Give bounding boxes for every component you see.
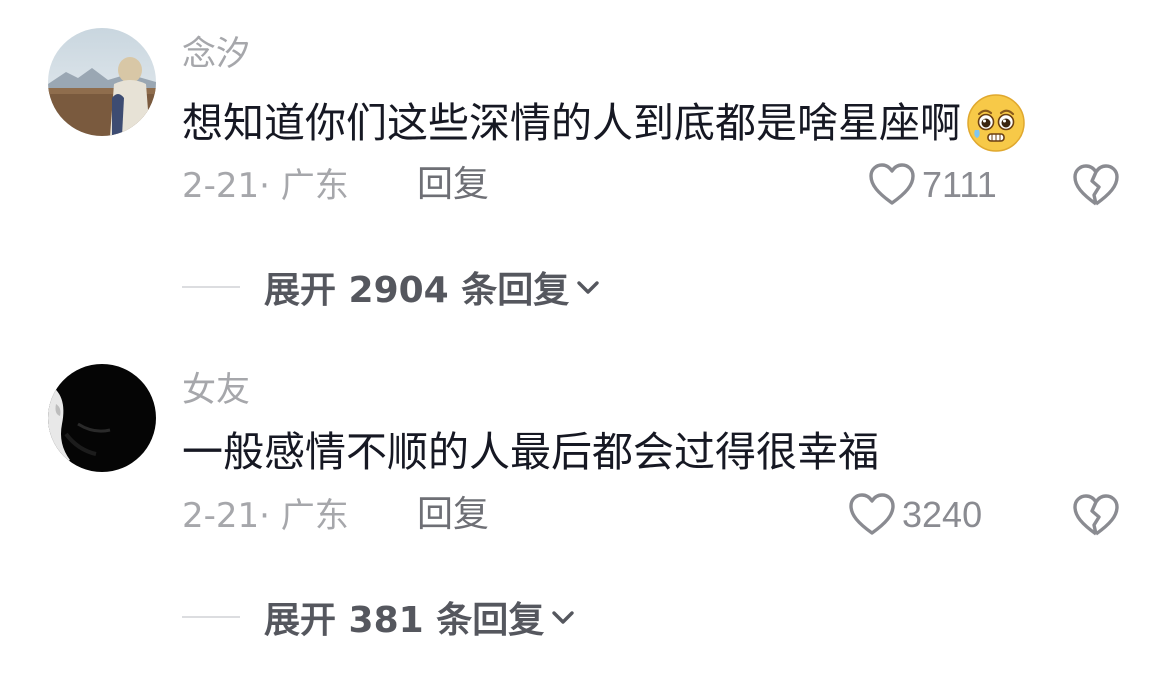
like-button[interactable]: 3240 [848,490,982,540]
heart-outline-icon [849,493,895,535]
expand-replies-button[interactable]: 展开 381 条回复 [182,592,580,642]
comment-text: 一般感情不顺的人最后都会过得很幸福 [182,428,879,476]
comment-username[interactable]: 女友 [182,370,250,410]
broken-heart-icon[interactable] [1072,492,1120,540]
reply-button[interactable]: 回复 [417,495,489,535]
expand-replies-label: 展开 381 条回复 [264,600,545,641]
comment-text-row: 一般感情不顺的人最后都会过得很幸福 [182,426,879,478]
like-count: 3240 [902,494,983,535]
avatar[interactable] [48,364,156,472]
chevron-down-icon [552,611,574,624]
comment-date-location: 2-21· 广东 [182,496,349,536]
divider [182,616,240,618]
comment-item: 女友 一般感情不顺的人最后都会过得很幸福 2-21· 广东 回复 3240 展开… [0,0,1170,679]
